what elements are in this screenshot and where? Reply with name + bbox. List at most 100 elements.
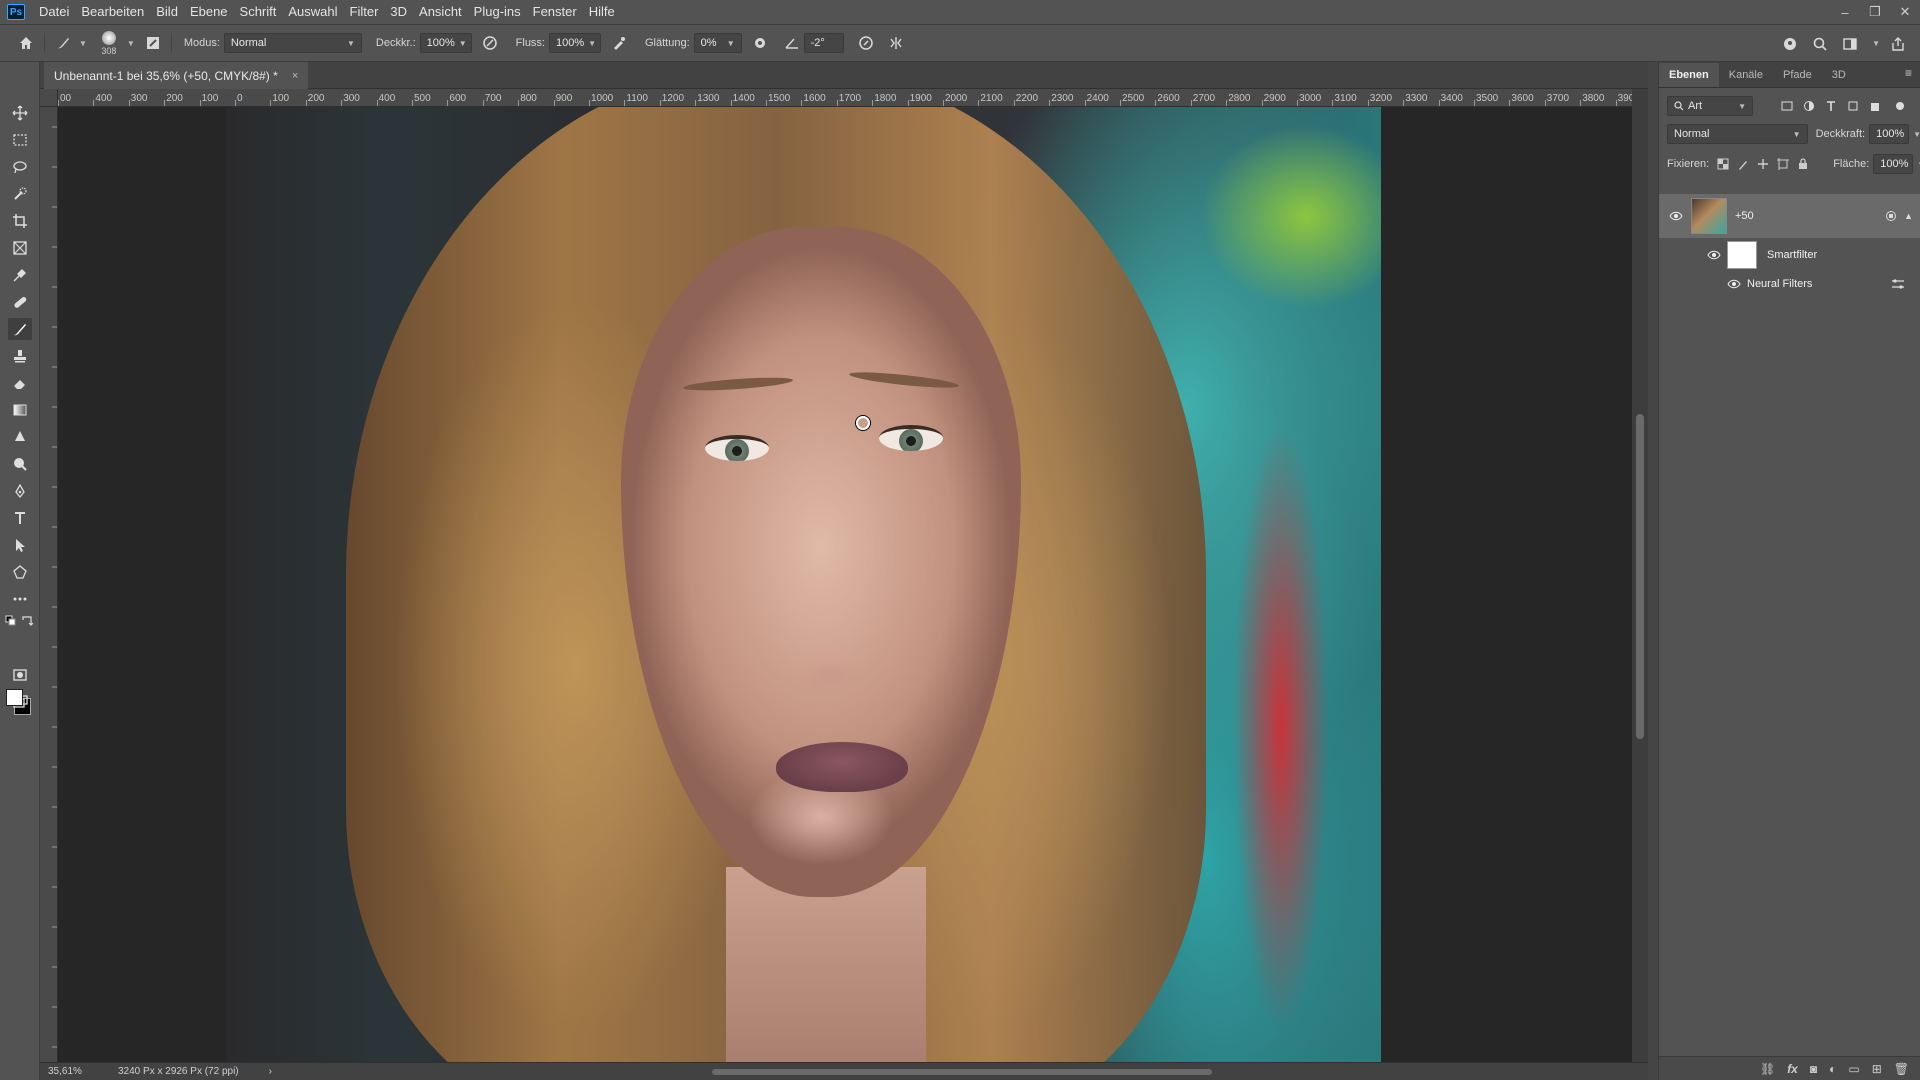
add-mask-icon[interactable]: ◙ — [1810, 1062, 1817, 1076]
menu-3d[interactable]: 3D — [384, 0, 413, 24]
search-icon[interactable] — [1808, 32, 1832, 56]
close-window-button[interactable]: ✕ — [1890, 0, 1920, 24]
symmetry-icon[interactable] — [884, 31, 908, 55]
filter-mask-thumbnail[interactable] — [1727, 241, 1757, 269]
filter-options-icon[interactable] — [1891, 278, 1905, 290]
foreground-color-swatch[interactable] — [6, 689, 23, 706]
filter-toggle-icon[interactable] — [1895, 101, 1905, 111]
smartobject-filter-icon[interactable] — [1869, 100, 1881, 112]
pressure-opacity-icon[interactable] — [478, 31, 502, 55]
tab-3d[interactable]: 3D — [1822, 63, 1856, 87]
minimize-button[interactable]: – — [1830, 0, 1860, 24]
gradient-icon[interactable] — [8, 399, 32, 421]
menu-schrift[interactable]: Schrift — [234, 0, 283, 24]
menu-auswahl[interactable]: Auswahl — [282, 0, 343, 24]
pressure-size-icon[interactable] — [854, 31, 878, 55]
eye-icon[interactable] — [1725, 275, 1743, 293]
gear-icon[interactable] — [748, 31, 772, 55]
blur-icon[interactable] — [8, 426, 32, 448]
menu-ansicht[interactable]: Ansicht — [413, 0, 468, 24]
workspace-icon[interactable] — [1838, 32, 1862, 56]
tab-kanaele[interactable]: Kanäle — [1719, 63, 1773, 87]
crop-icon[interactable] — [8, 210, 32, 232]
adjustment-layer-icon[interactable]: ◐ — [1829, 1062, 1836, 1076]
lock-artboard-icon[interactable] — [1777, 158, 1790, 170]
menu-bild[interactable]: Bild — [150, 0, 184, 24]
neural-filters-row[interactable]: Neural Filters — [1659, 272, 1920, 296]
chevron-down-icon[interactable]: ▼ — [127, 39, 135, 48]
home-icon[interactable] — [14, 31, 38, 55]
swap-colors-icon[interactable] — [20, 614, 34, 628]
menu-fenster[interactable]: Fenster — [527, 0, 583, 24]
link-layers-icon[interactable]: ⛓ — [1760, 1062, 1775, 1076]
flow-field[interactable]: 100% ▼ — [549, 33, 601, 53]
more-icon[interactable] — [8, 588, 32, 610]
eye-icon[interactable] — [1705, 246, 1723, 264]
chevron-down-icon[interactable]: ▼ — [1913, 130, 1920, 139]
marquee-icon[interactable] — [8, 129, 32, 151]
fx-icon[interactable]: fx — [1787, 1062, 1798, 1076]
smoothing-field[interactable]: 0% ▼ — [693, 33, 742, 53]
opacity-field[interactable]: 100% ▼ — [419, 33, 472, 53]
adjustment-filter-icon[interactable] — [1803, 100, 1815, 112]
close-tab-icon[interactable]: × — [292, 70, 298, 82]
status-menu-arrow[interactable]: › — [269, 1066, 272, 1077]
zoom-level[interactable]: 35,61% — [48, 1066, 96, 1077]
chevron-up-icon[interactable]: ▲ — [1904, 211, 1913, 221]
new-group-icon[interactable]: ▭ — [1848, 1062, 1859, 1076]
pixel-filter-icon[interactable] — [1781, 100, 1793, 112]
share-icon[interactable] — [1886, 32, 1910, 56]
menu-ebene[interactable]: Ebene — [184, 0, 234, 24]
new-layer-icon[interactable]: ⊞ — [1872, 1062, 1882, 1076]
healing-icon[interactable] — [8, 291, 32, 313]
lock-pixels-icon[interactable] — [1737, 158, 1749, 170]
brush-preset-icon[interactable] — [51, 31, 75, 55]
fill-field[interactable]: 100% — [1873, 154, 1914, 174]
menu-bearbeiten[interactable]: Bearbeiten — [75, 0, 150, 24]
vertical-scroll-thumb[interactable] — [1636, 414, 1644, 739]
path-select-icon[interactable] — [8, 534, 32, 556]
vertical-scrollbar[interactable] — [1632, 89, 1648, 1062]
document-tab[interactable]: Unbenannt-1 bei 35,6% (+50, CMYK/8#) * × — [44, 62, 309, 89]
brush-size-picker[interactable]: 308 — [95, 28, 123, 58]
angle-field[interactable]: -2° — [803, 33, 844, 53]
restore-button[interactable]: ❐ — [1860, 0, 1890, 24]
smartfilter-label[interactable]: Smartfilter — [1767, 249, 1817, 261]
layer-name[interactable]: +50 — [1735, 210, 1754, 222]
chevron-down-icon[interactable]: ▼ — [79, 39, 87, 48]
canvas-area[interactable] — [58, 107, 1632, 1062]
layer-filter-select[interactable]: Art ▼ — [1667, 96, 1753, 116]
pen-icon[interactable] — [8, 480, 32, 502]
shape-icon[interactable] — [8, 561, 32, 583]
stamp-icon[interactable] — [8, 345, 32, 367]
lasso-icon[interactable] — [8, 156, 32, 178]
delete-layer-icon[interactable]: 🗑 — [1894, 1062, 1909, 1076]
mode-select[interactable]: Normal ▼ — [223, 33, 362, 53]
eraser-icon[interactable] — [8, 372, 32, 394]
frame-icon[interactable] — [8, 237, 32, 259]
document-canvas[interactable] — [226, 107, 1381, 1062]
smartfilter-row[interactable]: Smartfilter — [1659, 238, 1920, 272]
lock-all-icon[interactable] — [1797, 158, 1809, 170]
lock-position-icon[interactable] — [1757, 158, 1769, 170]
type-icon[interactable] — [8, 507, 32, 529]
move-icon[interactable] — [8, 102, 32, 124]
eye-icon[interactable] — [1667, 207, 1685, 225]
blend-mode-select[interactable]: Normal ▼ — [1667, 124, 1808, 144]
quick-mask-icon[interactable] — [8, 664, 32, 686]
quick-select-icon[interactable] — [8, 183, 32, 205]
neural-filters-label[interactable]: Neural Filters — [1747, 278, 1812, 290]
layer-opacity-field[interactable]: 100% — [1869, 124, 1910, 144]
menu-plugins[interactable]: Plug-ins — [468, 0, 527, 24]
eyedropper-icon[interactable] — [8, 264, 32, 286]
airbrush-icon[interactable] — [607, 31, 631, 55]
layer-row[interactable]: +50 ▲ — [1659, 194, 1920, 238]
cloud-sync-icon[interactable] — [1778, 32, 1802, 56]
menu-datei[interactable]: Datei — [33, 0, 75, 24]
brush-settings-icon[interactable] — [141, 31, 165, 55]
horizontal-scroll-thumb[interactable] — [712, 1069, 1212, 1075]
default-colors-icon[interactable] — [4, 614, 18, 628]
tab-pfade[interactable]: Pfade — [1773, 63, 1822, 87]
dodge-icon[interactable] — [8, 453, 32, 475]
chevron-down-icon[interactable]: ▼ — [1872, 32, 1880, 56]
